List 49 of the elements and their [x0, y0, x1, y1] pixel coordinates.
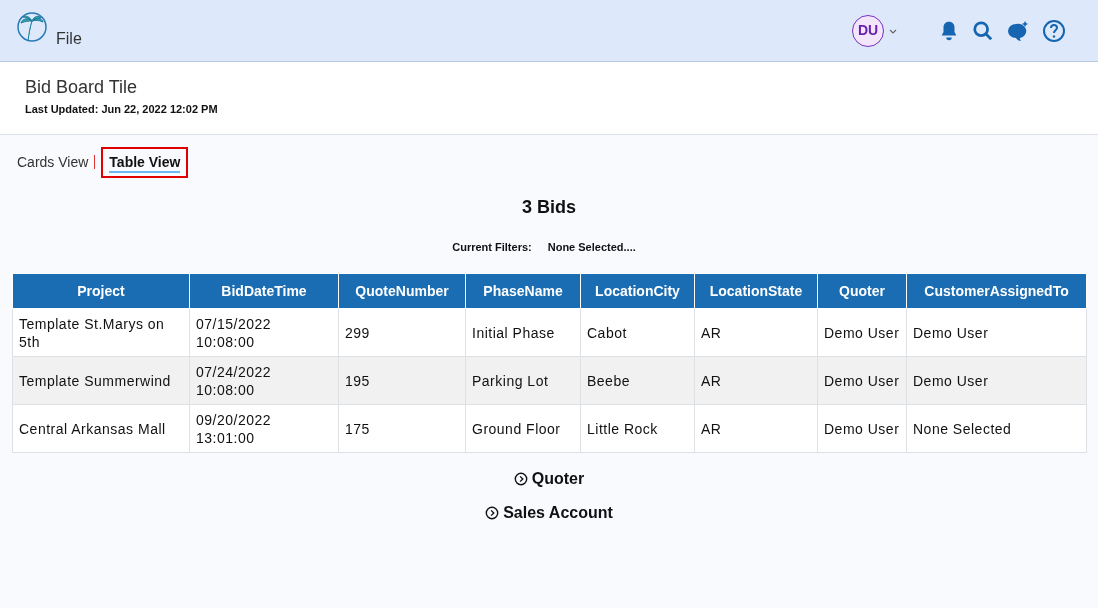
table-cell: 299 [338, 308, 466, 357]
table-cell: Template Summerwind [12, 356, 190, 405]
table-cell: Demo User [906, 356, 1087, 405]
chevron-right-circle-icon [485, 506, 500, 520]
view-tab[interactable]: Cards View [17, 151, 89, 173]
bids-count: 3 Bids [521, 195, 577, 219]
column-header[interactable]: Project [12, 273, 190, 309]
table-cell: 07/15/2022 10:08:00 [189, 308, 339, 357]
table-cell: AR [694, 356, 818, 405]
chevron-right-circle-icon [513, 472, 528, 486]
table-cell: None Selected [906, 404, 1087, 453]
table-cell: AR [694, 308, 818, 357]
user-avatar[interactable]: DU [852, 14, 884, 47]
section-toggle[interactable]: Quoter [513, 467, 585, 491]
filters-label: Current Filters: [452, 239, 532, 255]
table-cell: Beebe [580, 356, 695, 405]
table-cell: 09/20/2022 13:01:00 [189, 404, 339, 453]
table-cell: Cabot [580, 308, 695, 357]
search-icon[interactable] [972, 19, 994, 42]
table-cell: AR [694, 404, 818, 453]
column-header[interactable]: LocationCity [580, 273, 695, 309]
table-cell: 07/24/2022 10:08:00 [189, 356, 339, 405]
page-title: Bid Board Tile [25, 76, 139, 99]
column-header[interactable]: PhaseName [465, 273, 581, 309]
section-toggle[interactable]: Sales Account [485, 501, 613, 525]
table-cell: Little Rock [580, 404, 695, 453]
column-header[interactable]: QuoteNumber [338, 273, 466, 309]
palm-tree-logo [16, 10, 48, 43]
view-tab[interactable]: Table View [101, 146, 189, 178]
filters-value: None Selected.... [547, 239, 636, 255]
table-cell: Ground Floor [465, 404, 581, 453]
column-header[interactable]: CustomerAssignedTo [906, 273, 1087, 309]
last-updated-text: Last Updated: Jun 22, 2022 12:02 PM [25, 102, 219, 117]
table-cell: 195 [338, 356, 466, 405]
table-cell: Central Arkansas Mall [12, 404, 190, 453]
table-cell: Template St.Marys on 5th [12, 308, 190, 357]
table-cell: Demo User [817, 308, 907, 357]
table-cell: Parking Lot [465, 356, 581, 405]
column-header[interactable]: BidDateTime [189, 273, 339, 309]
chat-sparkle-icon[interactable] [1006, 19, 1030, 42]
column-header[interactable]: LocationState [694, 273, 818, 309]
table-cell: Initial Phase [465, 308, 581, 357]
table-cell: Demo User [906, 308, 1087, 357]
table-cell: Demo User [817, 356, 907, 405]
file-menu[interactable]: File [56, 26, 82, 51]
table-cell: Demo User [817, 404, 907, 453]
column-header[interactable]: Quoter [817, 273, 907, 309]
help-icon[interactable] [1042, 18, 1066, 43]
table-cell: 175 [338, 404, 466, 453]
